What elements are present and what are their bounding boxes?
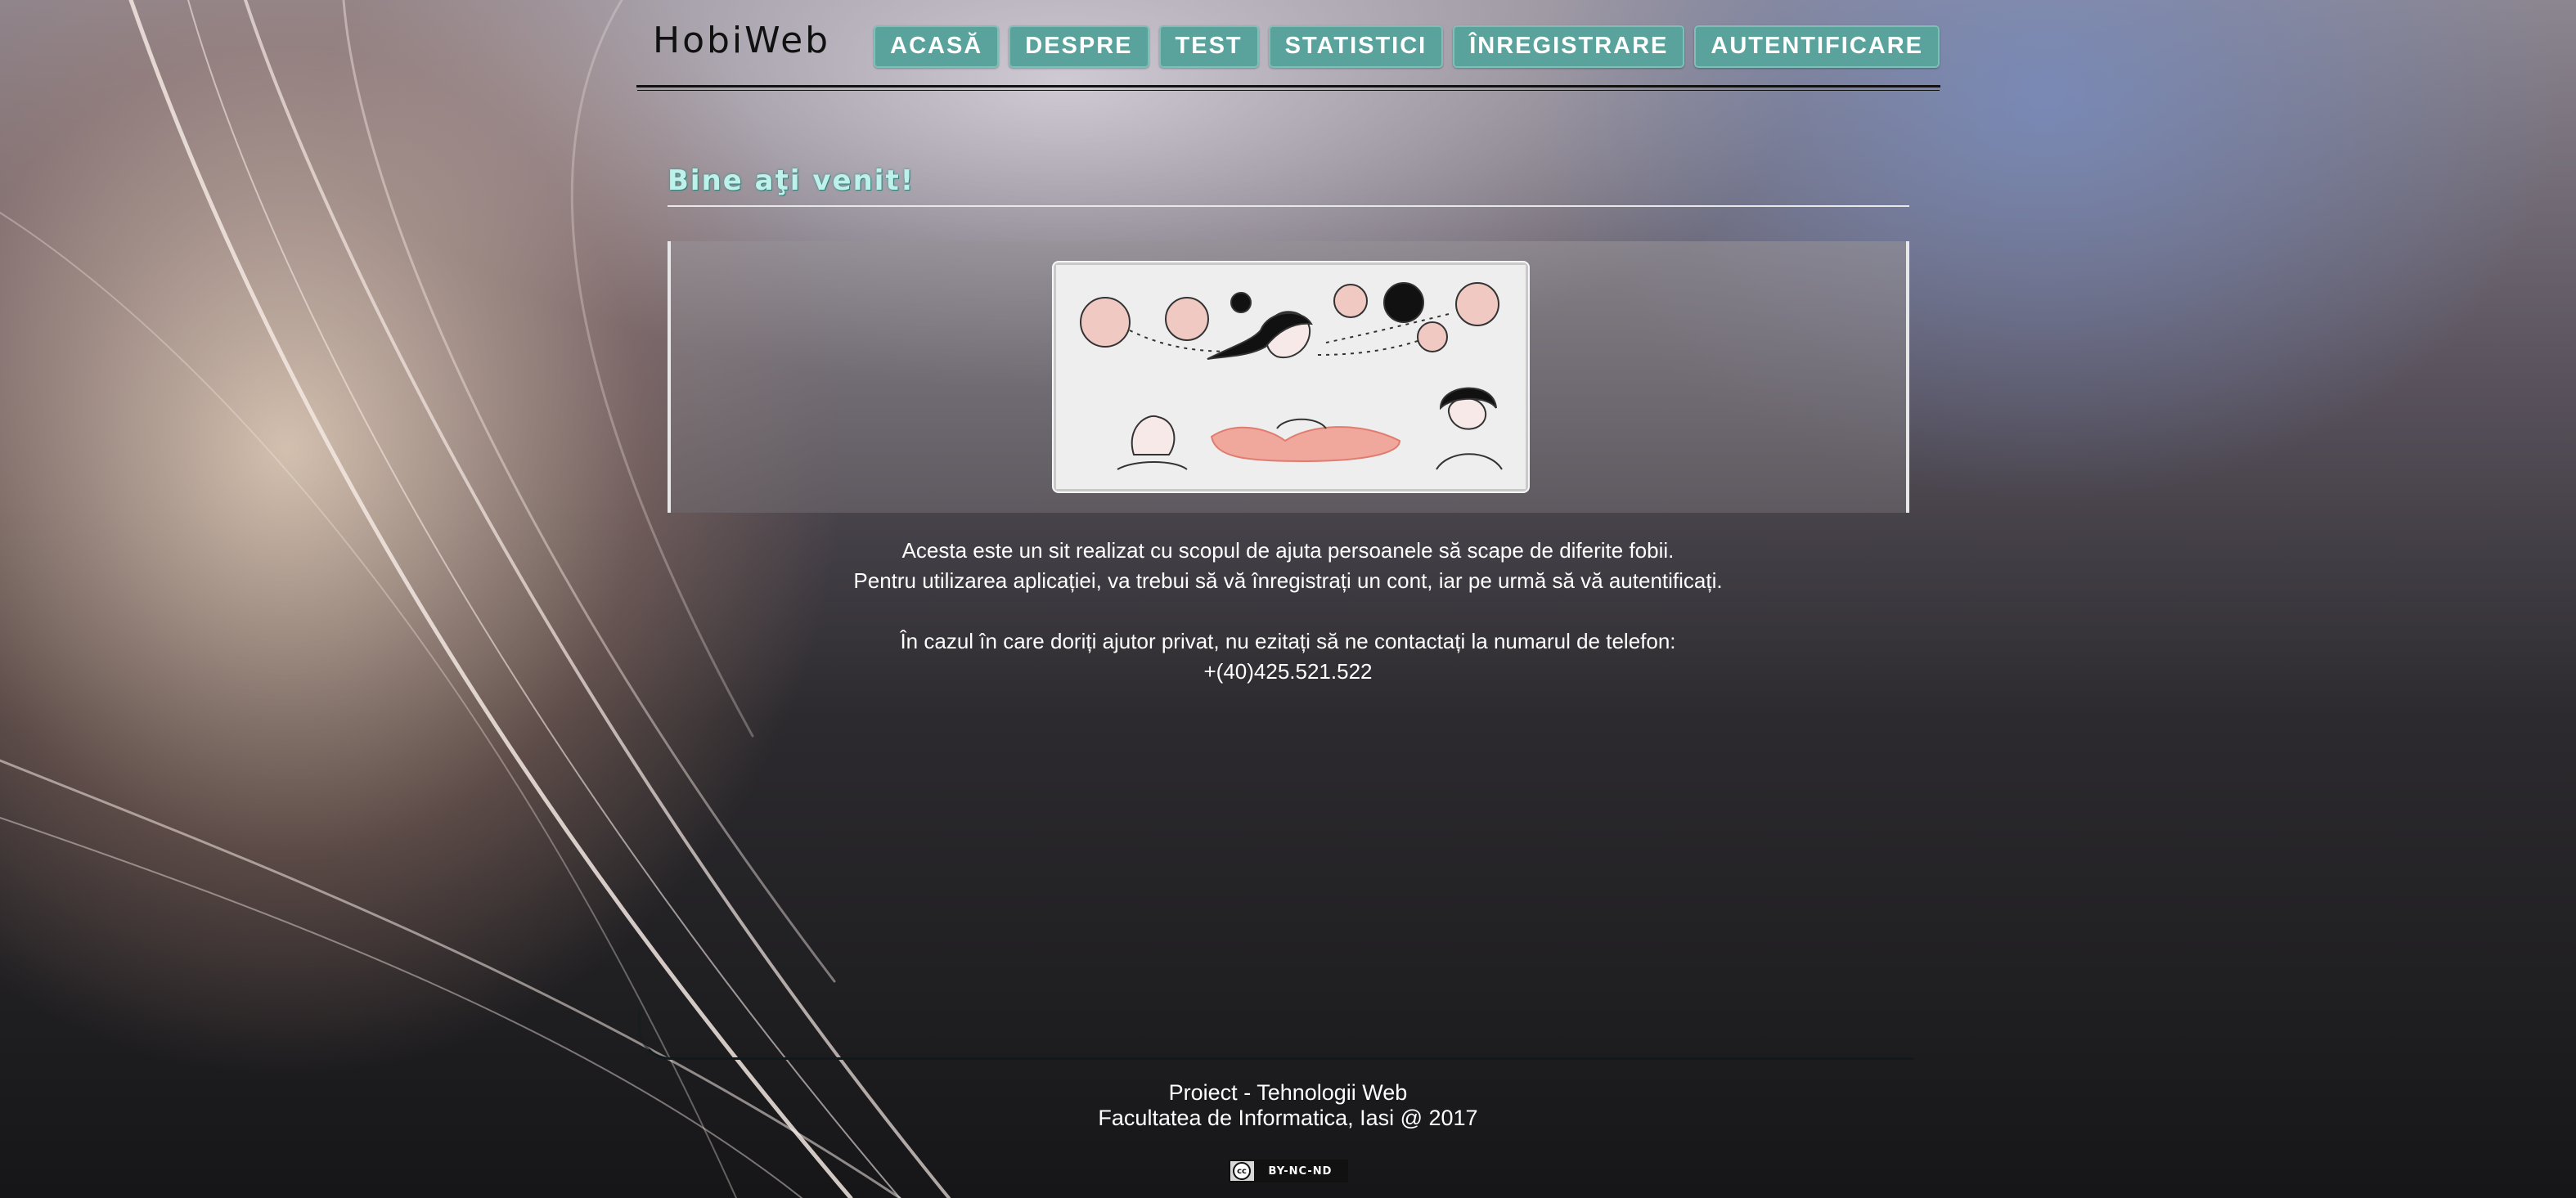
nav-login-button[interactable]: AUTENTIFICARE: [1694, 25, 1940, 68]
phobias-illustration: [1054, 262, 1528, 491]
site-logo[interactable]: HobiWeb: [653, 20, 830, 61]
page-heading: Bine aţi venit!: [668, 164, 915, 197]
license-label: BY-NC-ND: [1254, 1161, 1346, 1181]
intro-line-1: Acesta este un sit realizat cu scopul de…: [901, 538, 1675, 563]
hero-banner: [668, 241, 1909, 513]
nav-register-button[interactable]: ÎNREGISTRARE: [1453, 25, 1685, 68]
nav-about-button[interactable]: DESPRE: [1009, 25, 1149, 68]
header-divider: [636, 85, 1940, 87]
nav-test-button[interactable]: TEST: [1158, 25, 1259, 68]
heading-divider: [668, 205, 1909, 207]
nav-statistics-button[interactable]: STATISTICI: [1268, 25, 1444, 68]
intro-text: Acesta este un sit realizat cu scopul de…: [0, 536, 2576, 687]
creative-commons-license-badge[interactable]: cc BY-NC-ND: [1229, 1160, 1348, 1182]
footer-divider: [638, 1011, 1914, 1060]
footer: Proiect - Tehnologii Web Facultatea de I…: [0, 1080, 2576, 1131]
footer-project-line: Proiect - Tehnologii Web: [1168, 1080, 1408, 1105]
main-navigation: ACASĂ DESPRE TEST STATISTICI ÎNREGISTRAR…: [874, 25, 1940, 68]
contact-text: În cazul în care doriți ajutor privat, n…: [900, 629, 1676, 653]
phone-number: +(40)425.521.522: [1203, 659, 1373, 684]
intro-line-2: Pentru utilizarea aplicației, va trebui …: [853, 568, 1723, 593]
nav-home-button[interactable]: ACASĂ: [874, 25, 1000, 68]
footer-faculty-line: Facultatea de Informatica, Iasi @ 2017: [1098, 1106, 1478, 1130]
cc-icon: cc: [1233, 1162, 1251, 1180]
